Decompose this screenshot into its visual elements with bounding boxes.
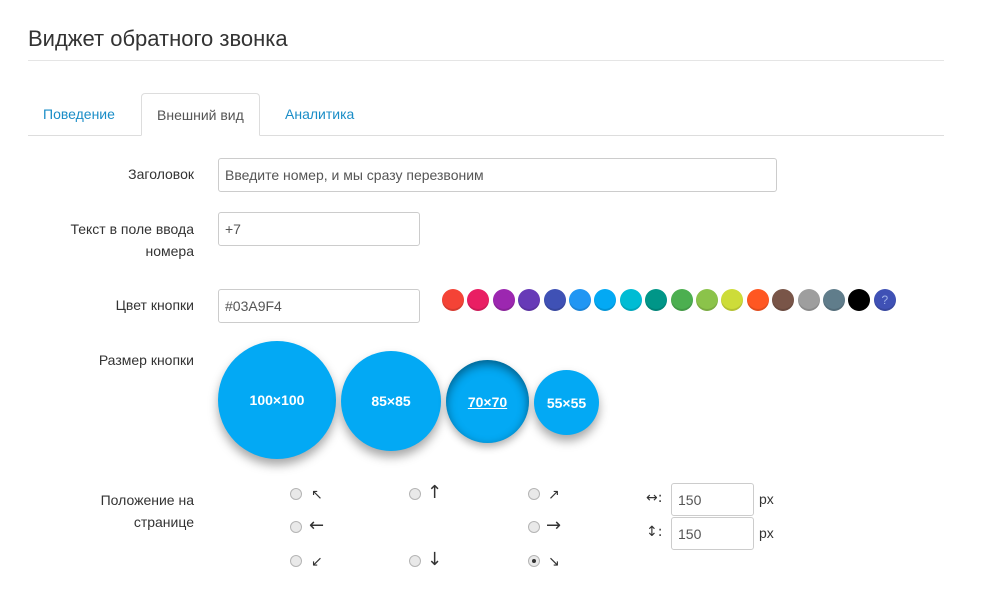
horizontal-offset-input[interactable] <box>671 483 754 516</box>
color-swatch[interactable] <box>721 289 744 311</box>
title-divider <box>28 60 944 61</box>
position-label-line1: Положение на <box>100 492 194 508</box>
page-title: Виджет обратного звонка <box>28 26 288 51</box>
color-swatch[interactable] <box>569 289 591 311</box>
button-color-input[interactable] <box>218 289 420 323</box>
header-input[interactable] <box>218 158 777 192</box>
button-size-label: Размер кнопки <box>98 352 194 368</box>
position-radio-right[interactable] <box>528 521 540 533</box>
color-swatch[interactable] <box>619 289 642 311</box>
tab-bar: Поведение Внешний вид Аналитика <box>28 93 944 136</box>
arrow-up-left-icon: ↖ <box>311 487 323 503</box>
phone-text-label-line1: Текст в поле ввода <box>70 221 194 237</box>
color-swatch[interactable] <box>594 289 617 311</box>
size-option-70[interactable]: 70×70 <box>446 360 529 443</box>
horizontal-offset-unit: px <box>759 491 774 507</box>
color-swatch[interactable] <box>492 289 515 311</box>
position-label-line2: странице <box>133 514 194 530</box>
color-swatch[interactable] <box>746 289 769 311</box>
color-swatch[interactable] <box>848 289 871 311</box>
vertical-offset-input[interactable] <box>671 517 754 550</box>
position-radio-bottom[interactable] <box>409 555 421 567</box>
color-swatch[interactable] <box>670 289 693 311</box>
position-radio-bottom-left[interactable] <box>290 555 302 567</box>
color-swatch[interactable] <box>467 289 490 311</box>
arrow-up-right-icon: ↗ <box>548 487 560 503</box>
arrow-left-icon: ← <box>309 515 325 536</box>
vertical-offset-unit: px <box>759 525 774 541</box>
position-radio-bottom-right[interactable] <box>528 555 540 567</box>
arrow-down-left-icon: ↙ <box>311 554 323 570</box>
tab-appearance[interactable]: Внешний вид <box>141 93 260 136</box>
position-radio-top-left[interactable] <box>290 488 302 500</box>
position-radio-left[interactable] <box>290 521 302 533</box>
phone-text-input[interactable] <box>218 212 420 246</box>
color-swatch[interactable] <box>823 289 845 311</box>
arrow-down-icon: ↓ <box>427 549 443 570</box>
vertical-offset-label: ↕: <box>646 524 663 540</box>
color-swatch[interactable] <box>696 289 718 311</box>
color-swatch[interactable] <box>518 289 541 311</box>
tab-analytics[interactable]: Аналитика <box>270 93 369 135</box>
size-option-85[interactable]: 85×85 <box>341 351 441 451</box>
button-color-label: Цвет кнопки <box>115 297 194 313</box>
header-label: Заголовок <box>128 166 194 182</box>
color-swatch[interactable] <box>442 289 464 311</box>
phone-text-label: Текст в поле ввода номера <box>70 218 194 262</box>
color-swatch[interactable] <box>797 289 820 311</box>
phone-text-label-line2: номера <box>145 243 194 259</box>
position-radio-top[interactable] <box>409 488 421 500</box>
custom-color-help-icon[interactable]: ? <box>873 289 896 311</box>
tab-behavior[interactable]: Поведение <box>28 93 130 135</box>
arrow-down-right-icon: ↘ <box>548 554 560 570</box>
color-swatch[interactable] <box>645 289 668 311</box>
position-label: Положение на странице <box>101 489 194 533</box>
color-swatch[interactable] <box>543 289 566 311</box>
arrow-up-icon: ↑ <box>427 482 443 503</box>
size-option-55[interactable]: 55×55 <box>534 370 599 435</box>
horizontal-offset-label: ↔: <box>646 490 663 506</box>
arrow-right-icon: → <box>546 515 562 536</box>
size-option-100[interactable]: 100×100 <box>218 341 336 459</box>
position-radio-top-right[interactable] <box>528 488 540 500</box>
color-swatch[interactable] <box>772 289 795 311</box>
